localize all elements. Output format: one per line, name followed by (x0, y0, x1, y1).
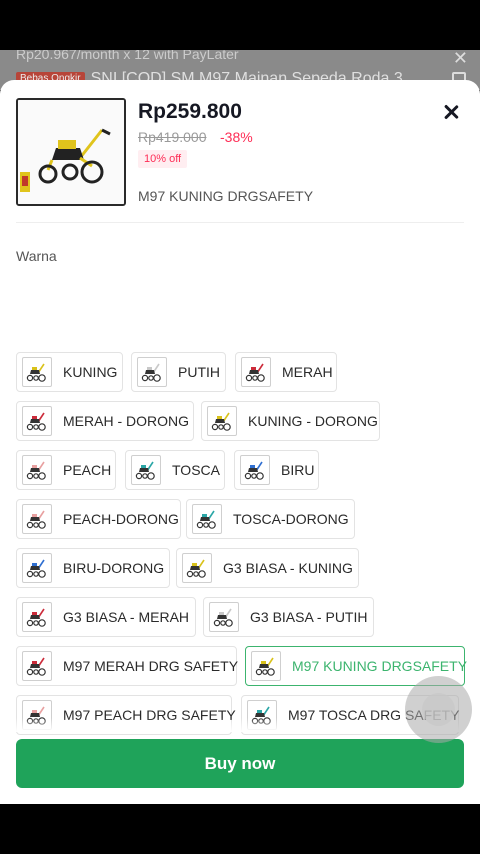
variant-option-label: BIRU-DORONG (63, 560, 165, 576)
variant-thumbnail-icon (22, 504, 52, 534)
variant-option-label: BIRU (281, 462, 315, 478)
variant-thumbnail-icon (207, 406, 237, 436)
navigation-bar-area (0, 804, 480, 854)
discount-percent: -38% (220, 129, 253, 145)
variant-option[interactable]: PEACH (16, 450, 116, 490)
selected-variant-name: M97 KUNING DRGSAFETY (138, 188, 314, 204)
variant-option-label: G3 BIASA - KUNING (223, 560, 353, 576)
discount-badge: 10% off (138, 150, 188, 168)
variant-option-label: KUNING (63, 364, 118, 380)
close-icon[interactable] (438, 100, 464, 126)
original-price: Rp419.000 (138, 129, 207, 145)
variant-option-label: G3 BIASA - PUTIH (250, 609, 368, 625)
variant-option[interactable]: MERAH (235, 352, 337, 392)
variant-thumbnail-icon (182, 553, 212, 583)
divider (16, 222, 464, 223)
variant-option-label: PEACH (63, 462, 112, 478)
variant-option[interactable]: BIRU (234, 450, 319, 490)
variant-thumbnail-icon (209, 602, 239, 632)
variant-option[interactable]: KUNING - DORONG (201, 401, 380, 441)
variant-thumbnail-icon (22, 357, 52, 387)
variant-option-label: M97 KUNING DRGSAFETY (292, 658, 468, 674)
variant-option-label: M97 MERAH DRG SAFETY (63, 658, 239, 674)
variant-thumbnail-icon (240, 455, 270, 485)
variant-option[interactable]: BIRU-DORONG (16, 548, 170, 588)
variant-option-label: G3 BIASA - MERAH (63, 609, 190, 625)
variant-option[interactable]: PUTIH (131, 352, 226, 392)
variant-thumbnail-icon (22, 553, 52, 583)
variant-option[interactable]: TOSCA (125, 450, 225, 490)
variant-option-label: MERAH - DORONG (63, 413, 189, 429)
variant-option[interactable]: TOSCA-DORONG (186, 499, 355, 539)
variant-option[interactable]: MERAH - DORONG (16, 401, 194, 441)
status-bar-area (0, 0, 480, 50)
variant-thumbnail-icon (241, 357, 271, 387)
variant-option[interactable]: G3 BIASA - KUNING (176, 548, 359, 588)
tricycle-image (18, 100, 124, 204)
buy-now-button[interactable]: Buy now (16, 739, 464, 788)
variant-option-label: TOSCA (172, 462, 220, 478)
paylater-text: Rp20.967/month x 12 with PayLater (16, 50, 239, 62)
variant-option[interactable]: KUNING (16, 352, 123, 392)
variant-option-label: MERAH (282, 364, 333, 380)
variant-thumbnail-icon (192, 504, 222, 534)
variant-thumbnail-icon (137, 357, 167, 387)
variant-section-label: Warna (16, 248, 57, 264)
variant-thumbnail-icon (22, 455, 52, 485)
variant-option-label: TOSCA-DORONG (233, 511, 349, 527)
variant-option-label: PUTIH (178, 364, 220, 380)
variant-option[interactable]: G3 BIASA - MERAH (16, 597, 196, 637)
background-close-icon: ✕ (452, 50, 468, 68)
product-price: Rp259.800 (138, 100, 242, 123)
variant-thumbnail-icon (251, 651, 281, 681)
variant-option[interactable]: M97 MERAH DRG SAFETY (16, 646, 239, 686)
variant-thumbnail-icon (22, 651, 52, 681)
variant-option-label: PEACH-DORONG (63, 511, 179, 527)
product-image (16, 98, 126, 206)
variant-thumbnail-icon (22, 406, 52, 436)
variant-option-label: KUNING - DORONG (248, 413, 378, 429)
variant-option[interactable]: PEACH-DORONG (16, 499, 181, 539)
variant-option[interactable]: G3 BIASA - PUTIH (203, 597, 374, 637)
touch-indicator (405, 676, 472, 743)
variant-thumbnail-icon (22, 602, 52, 632)
variant-thumbnail-icon (131, 455, 161, 485)
